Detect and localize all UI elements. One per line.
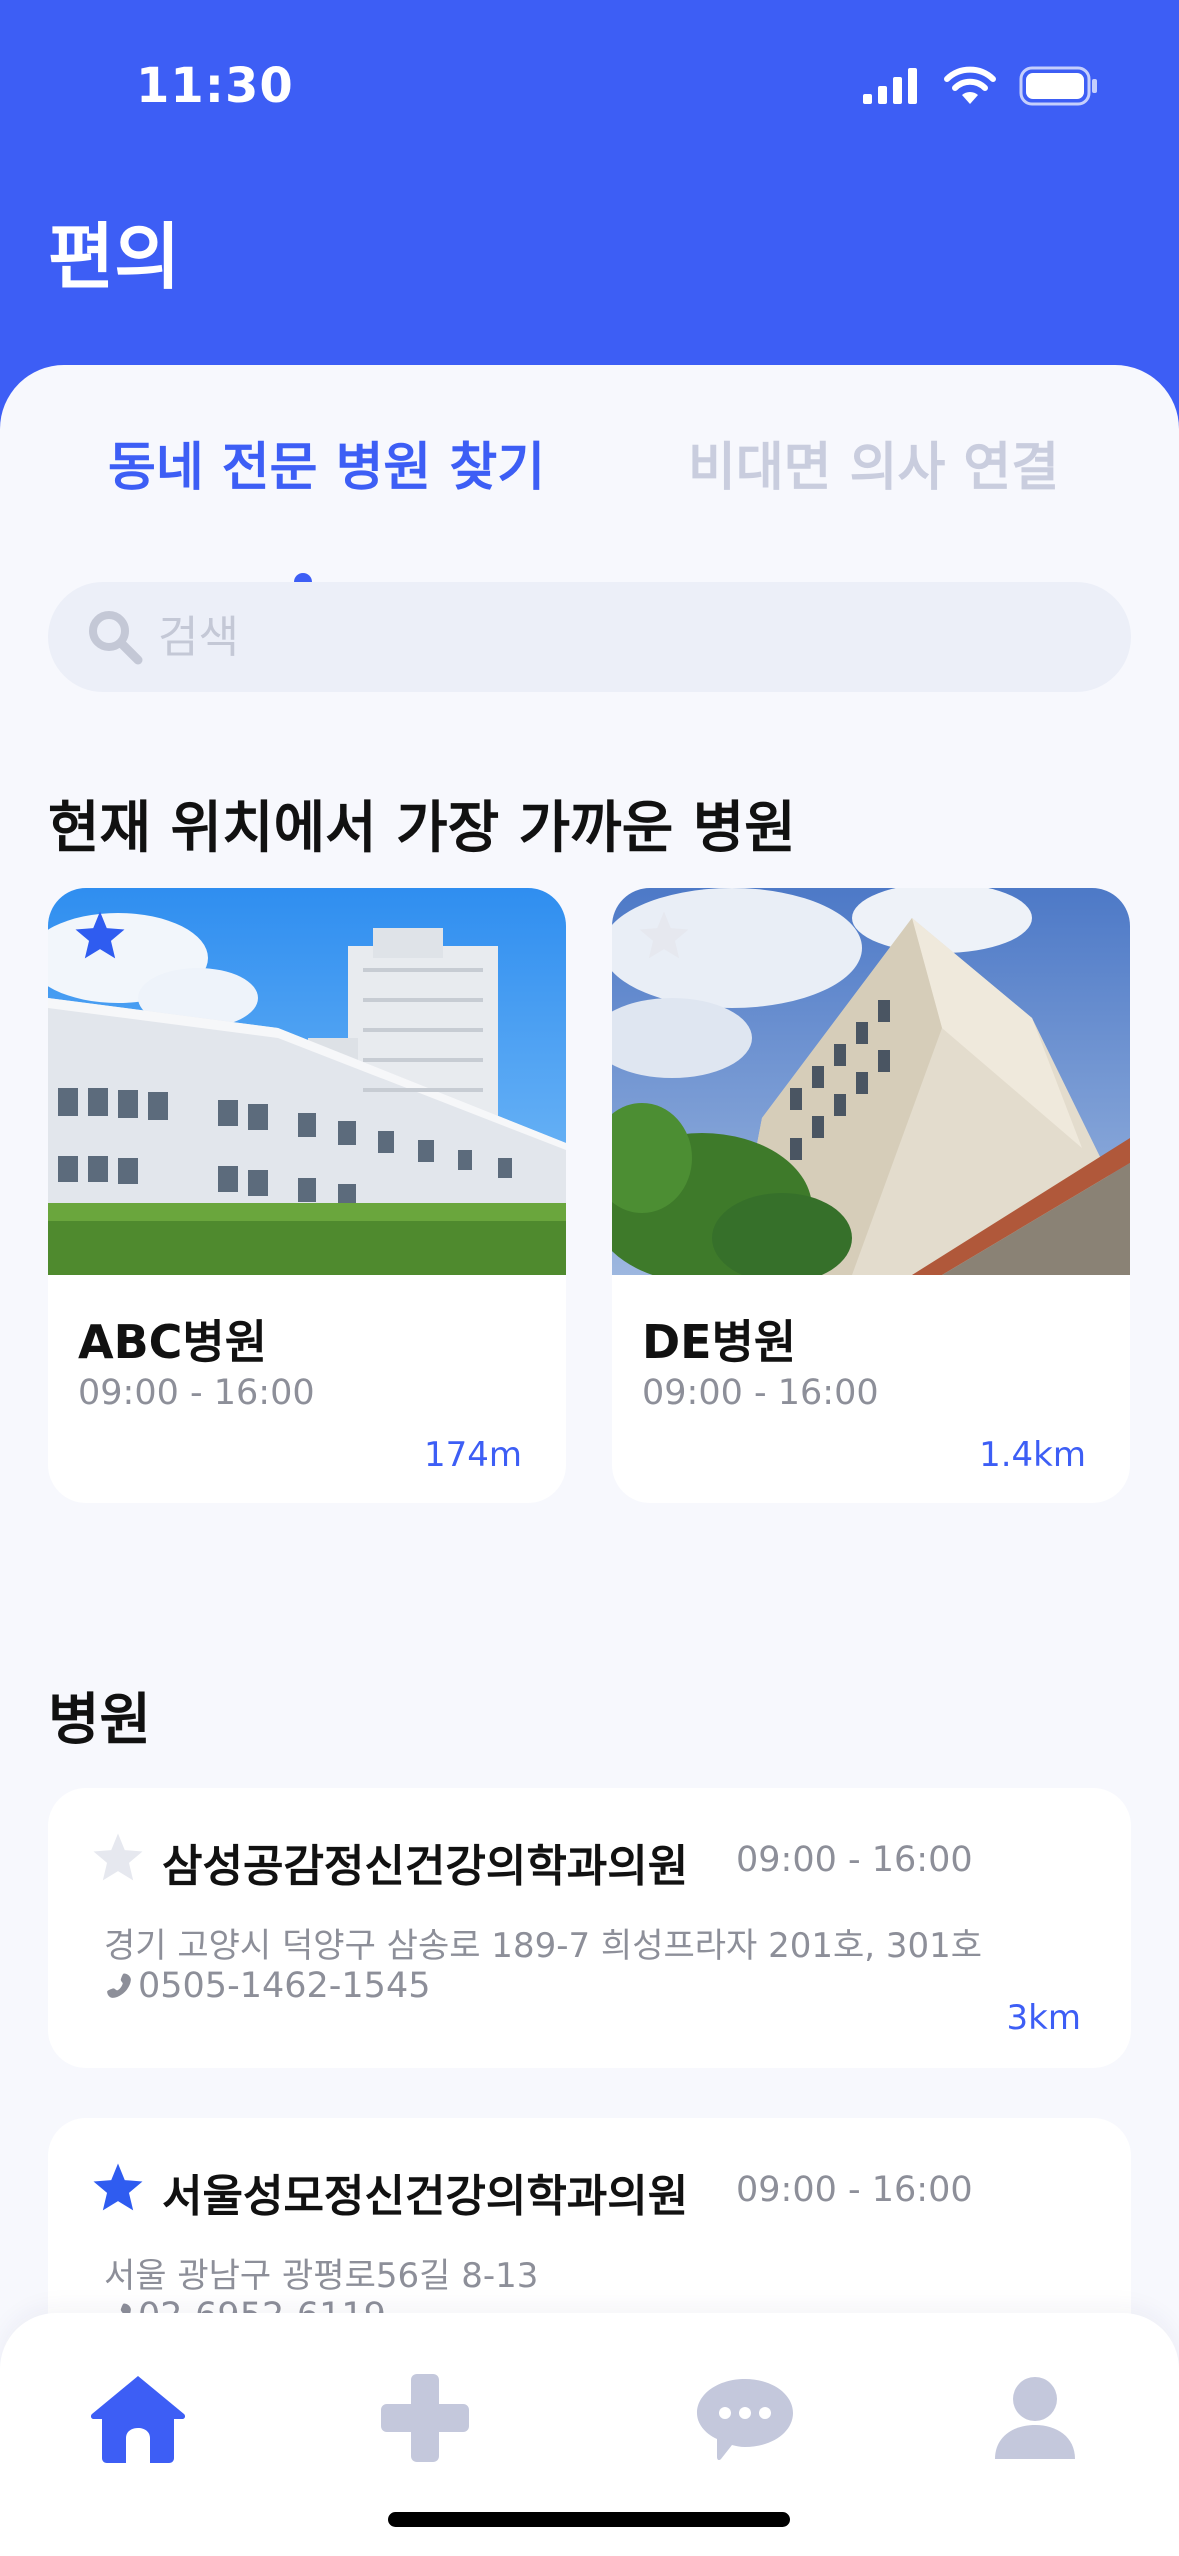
home-icon <box>90 2376 186 2463</box>
hospital-hours: 09:00 - 16:00 <box>642 1373 879 1413</box>
profile-icon <box>995 2377 1075 2459</box>
main-sheet: 동네 전문 병원 찾기 비대면 의사 연결 현재 위치에서 가장 가까운 병원 <box>0 365 1179 2556</box>
hospital-name: ABC병원 <box>78 1315 268 1369</box>
nav-chat[interactable] <box>690 2363 800 2473</box>
hospital-phone[interactable]: 0505-1462-1545 <box>104 1966 430 2006</box>
search-bar[interactable] <box>48 582 1131 692</box>
status-bar: 11:30 <box>0 0 1179 180</box>
hospital-distance: 3km <box>1006 1998 1081 2038</box>
wifi-icon <box>944 66 996 104</box>
nearby-section-title: 현재 위치에서 가장 가까운 병원 <box>48 796 796 861</box>
hospital-name: 서울성모정신건강의학과의원 <box>162 2171 689 2222</box>
tab-local-specialist[interactable]: 동네 전문 병원 찾기 <box>108 425 545 500</box>
tab-remote-doctor[interactable]: 비대면 의사 연결 <box>688 425 1059 500</box>
favorite-star-icon[interactable] <box>636 908 692 964</box>
nav-home[interactable] <box>83 2363 193 2473</box>
phone-icon <box>107 1973 131 1998</box>
search-input[interactable] <box>158 582 1058 692</box>
hospital-list-title: 병원 <box>48 1688 152 1753</box>
hospital-address: 서울 광남구 광평로56길 8-13 <box>104 2256 539 2296</box>
status-icons <box>863 66 1099 106</box>
hospital-card[interactable]: ABC병원 09:00 - 16:00 174m <box>48 888 566 1503</box>
favorite-star-icon[interactable] <box>72 908 128 964</box>
home-indicator <box>388 2512 790 2527</box>
hospital-name: 삼성공감정신건강의학과의원 <box>162 1841 689 1892</box>
hospital-name: DE병원 <box>642 1315 797 1369</box>
favorite-star-icon[interactable] <box>90 2160 146 2216</box>
app-title: 편의 <box>48 215 181 299</box>
list-item[interactable]: 삼성공감정신건강의학과의원 09:00 - 16:00 경기 고양시 덕양구 삼… <box>48 1788 1131 2068</box>
hospital-distance: 1.4km <box>979 1435 1086 1475</box>
tab-bar: 동네 전문 병원 찾기 비대면 의사 연결 <box>0 425 1179 591</box>
nav-profile[interactable] <box>980 2363 1090 2473</box>
bottom-nav <box>0 2313 1179 2556</box>
status-time: 11:30 <box>136 58 294 114</box>
medical-cross-icon <box>381 2374 469 2462</box>
hospital-address: 경기 고양시 덕양구 삼송로 189-7 희성프라자 201호, 301호 <box>104 1926 983 1966</box>
chat-icon <box>697 2379 793 2461</box>
hospital-card[interactable]: DE병원 09:00 - 16:00 1.4km <box>612 888 1130 1503</box>
favorite-star-icon[interactable] <box>90 1830 146 1886</box>
battery-icon <box>1019 66 1097 106</box>
nav-medical[interactable] <box>370 2363 480 2473</box>
search-icon <box>89 611 143 665</box>
hospital-hours: 09:00 - 16:00 <box>78 1373 315 1413</box>
phone-number: 0505-1462-1545 <box>138 1966 431 2006</box>
cellular-signal-icon <box>863 68 917 104</box>
hospital-hours: 09:00 - 16:00 <box>736 1840 973 1880</box>
hospital-distance: 174m <box>423 1435 522 1475</box>
hospital-hours: 09:00 - 16:00 <box>736 2170 973 2210</box>
